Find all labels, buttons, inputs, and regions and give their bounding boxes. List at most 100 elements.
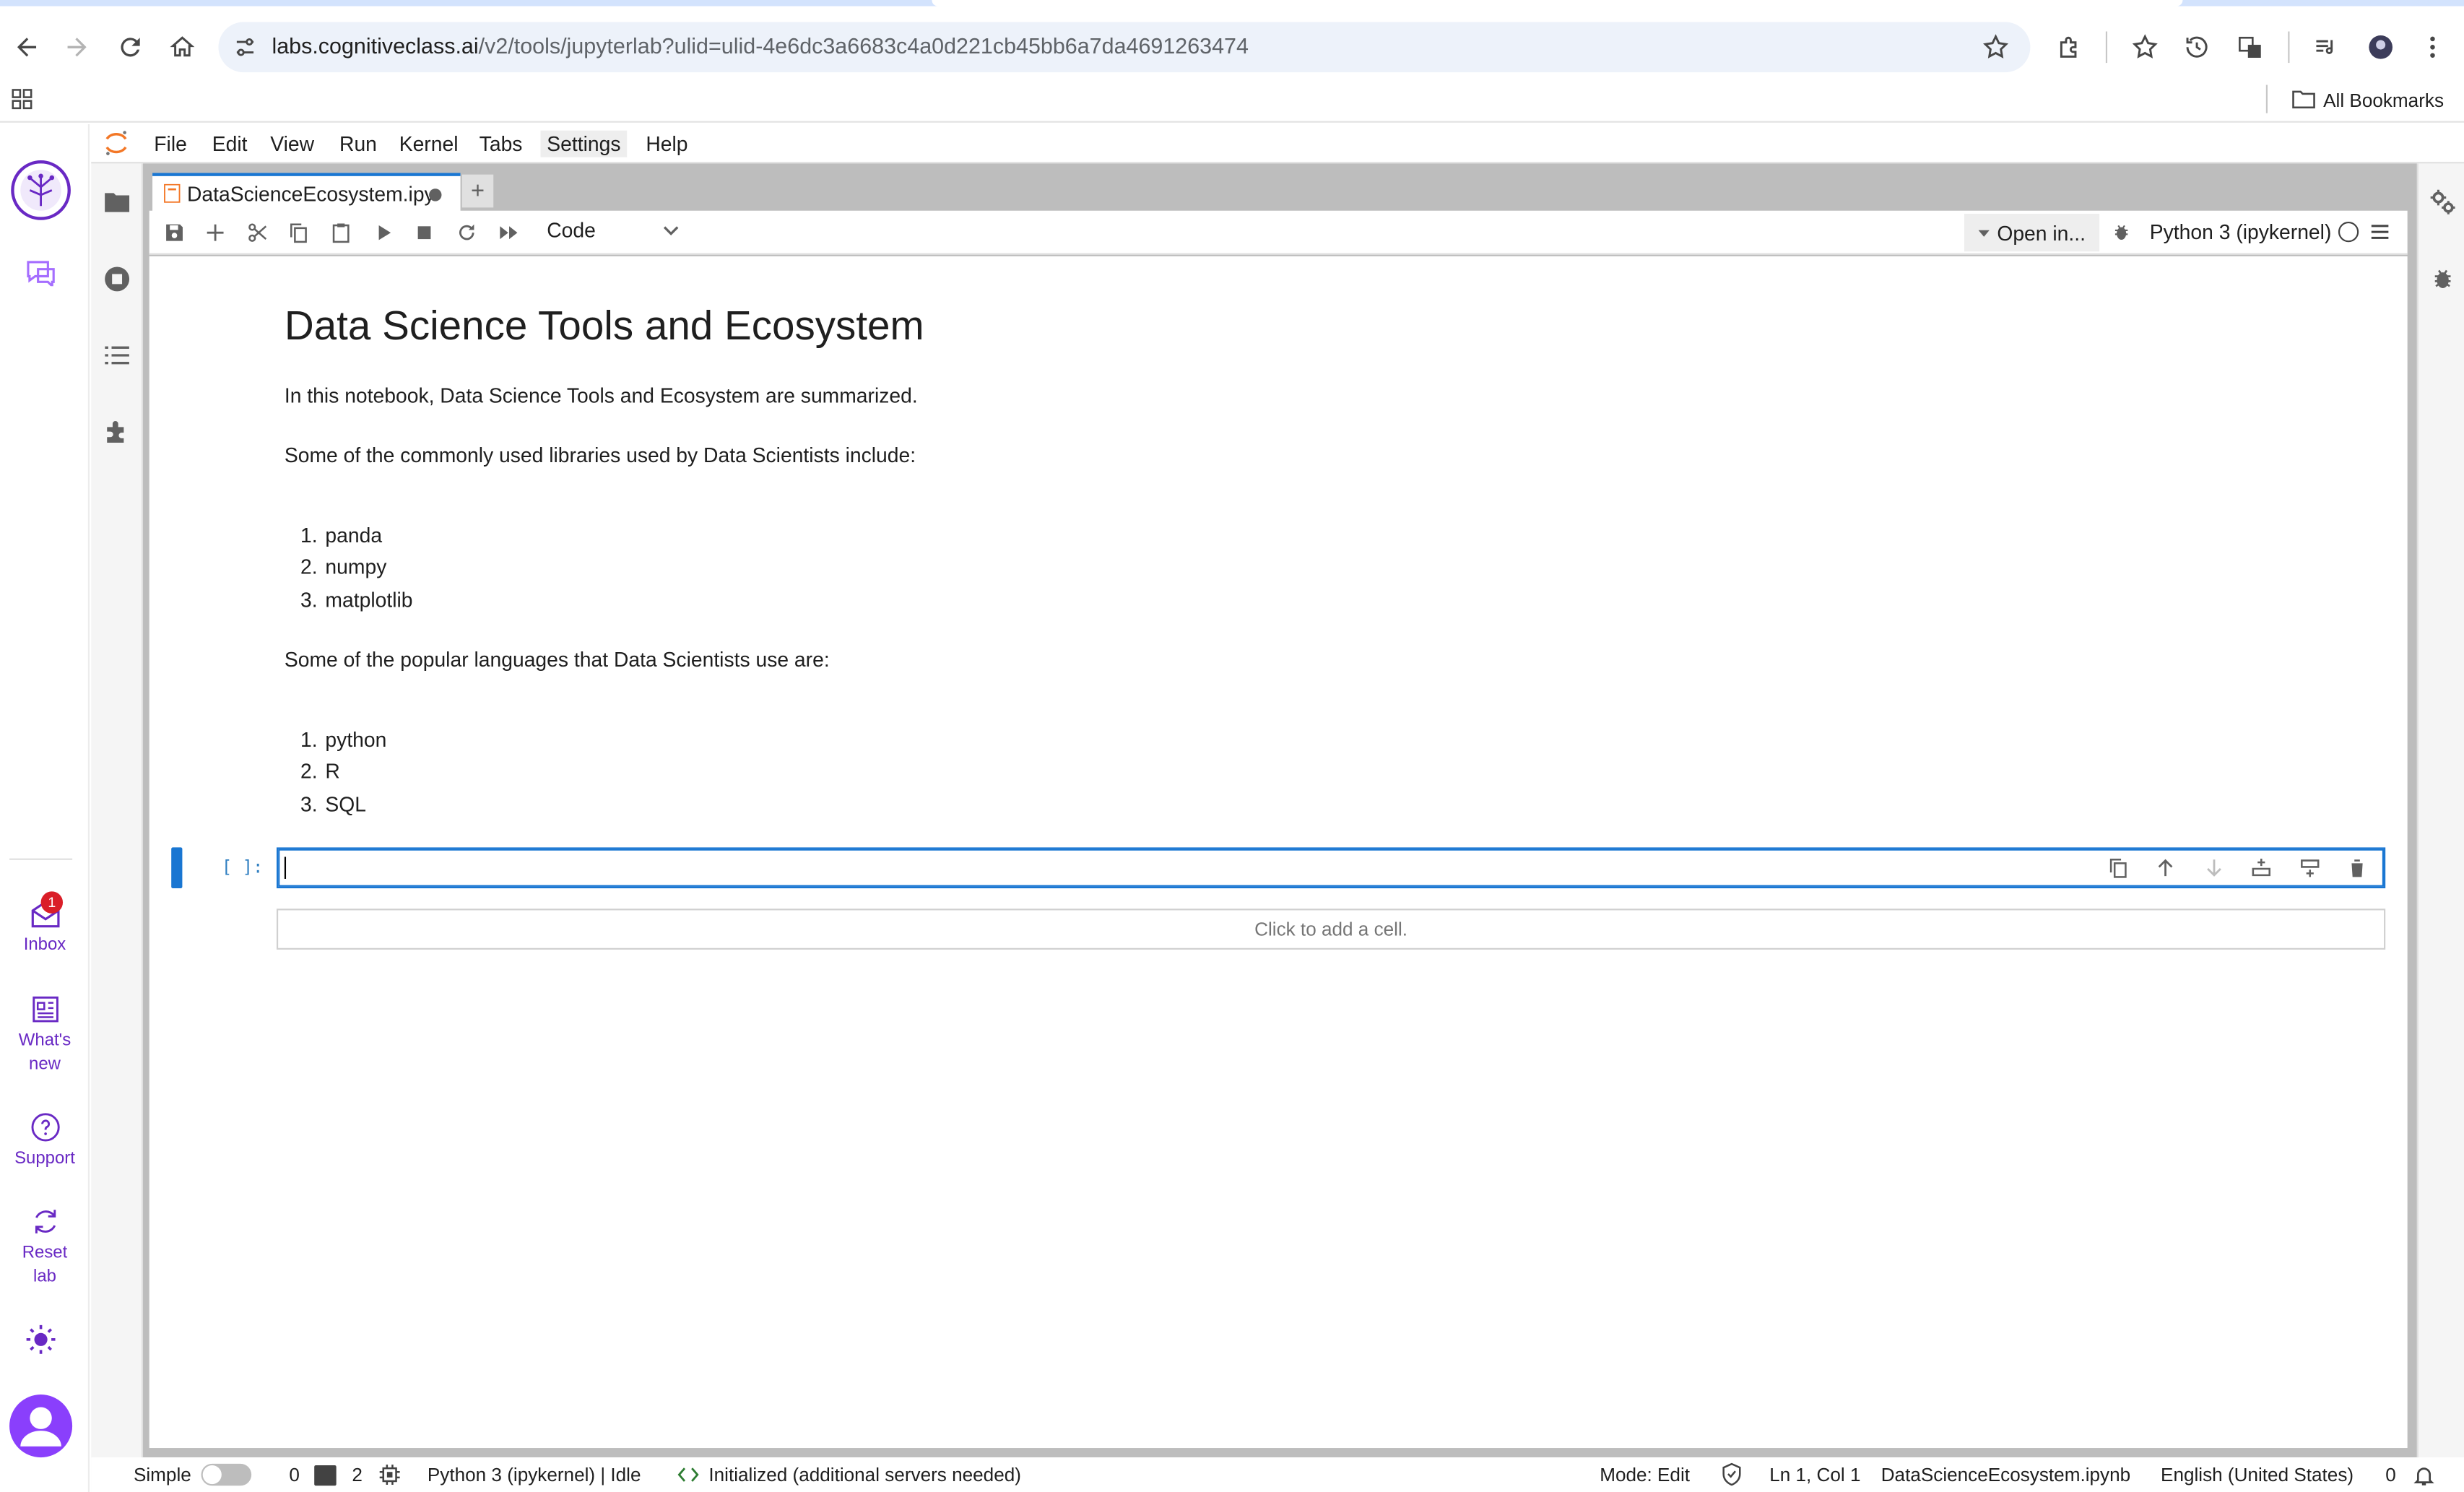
menu-kernel[interactable]: Kernel <box>393 131 464 157</box>
extension-button[interactable] <box>2047 25 2091 69</box>
chat-assistant-icon[interactable] <box>24 258 58 287</box>
copy-button[interactable] <box>286 220 311 246</box>
bookmark-star-icon[interactable] <box>1982 33 2010 61</box>
fast-forward-icon <box>500 226 518 240</box>
active-cell-marker[interactable] <box>171 847 183 889</box>
folder-icon[interactable] <box>104 190 131 214</box>
terminals-count[interactable]: 0 <box>289 1464 300 1486</box>
profile-button[interactable] <box>2359 25 2403 69</box>
notebook-tab[interactable]: DataScienceEcosystem.ipy <box>152 173 461 212</box>
forward-button[interactable] <box>55 25 99 69</box>
menu-settings[interactable]: Settings <box>540 130 628 157</box>
markdown-libraries-intro: Some of the commonly used libraries used… <box>284 443 916 467</box>
whats-new-button[interactable]: What's new <box>0 994 90 1077</box>
interrupt-kernel-button[interactable] <box>412 220 437 246</box>
status-bar: Simple 0 2 Python 3 (ipykernel) | Idle I… <box>91 1457 2464 1492</box>
menu-edit[interactable]: Edit <box>206 131 253 157</box>
support-button[interactable]: Support <box>0 1111 90 1171</box>
move-down-button[interactable] <box>2203 856 2228 882</box>
kernel-status-text[interactable]: Python 3 (ipykernel) | Idle <box>428 1464 641 1486</box>
debugger-bug-icon[interactable] <box>2431 266 2455 291</box>
browser-toolbar: labs.cognitiveclass.ai/v2/tools/jupyterl… <box>0 6 2464 76</box>
back-button[interactable] <box>5 25 49 69</box>
language-text[interactable]: English (United States) <box>2161 1464 2354 1486</box>
move-up-button[interactable] <box>2155 856 2180 882</box>
menu-file[interactable]: File <box>148 131 194 157</box>
run-cell-button[interactable] <box>371 220 396 246</box>
translate-icon <box>2239 36 2261 58</box>
media-button[interactable] <box>2304 25 2348 69</box>
duplicate-icon <box>2109 859 2127 878</box>
table-of-contents-icon[interactable] <box>104 344 131 366</box>
extension-manager-icon[interactable] <box>104 418 131 445</box>
site-settings-icon[interactable] <box>233 35 258 60</box>
menu-run[interactable]: Run <box>333 131 383 157</box>
inbox-button[interactable]: Inbox 1 <box>0 891 90 958</box>
toolbar-divider <box>2105 31 2108 64</box>
profile-avatar-icon <box>2369 35 2393 59</box>
unsaved-dot-icon[interactable] <box>429 188 442 201</box>
simple-mode-toggle[interactable] <box>201 1463 252 1486</box>
notifications-count[interactable]: 0 <box>2385 1464 2396 1486</box>
reset-lab-button[interactable]: Reset lab <box>0 1206 90 1289</box>
bell-icon[interactable] <box>2412 1464 2436 1488</box>
skills-network-logo-icon[interactable] <box>9 159 72 222</box>
bookmarks-bar: All Bookmarks <box>0 75 2464 123</box>
apps-grid-icon[interactable] <box>11 88 32 110</box>
language-name: R <box>325 759 340 784</box>
toolbar-divider <box>2288 31 2290 64</box>
address-bar[interactable]: labs.cognitiveclass.ai/v2/tools/jupyterl… <box>218 22 2031 73</box>
cell-type-select[interactable]: Code <box>547 218 678 243</box>
reload-button[interactable] <box>108 25 152 69</box>
bookmarks-button[interactable] <box>2123 25 2167 69</box>
insert-cell-button[interactable] <box>203 220 228 246</box>
hamburger-menu-icon[interactable] <box>2369 222 2390 242</box>
history-button[interactable] <box>2175 25 2219 69</box>
lab-side-rail: Inbox 1 What's new Support Reset lab <box>0 123 90 1492</box>
add-cell-button[interactable]: Click to add a cell. <box>276 908 2386 950</box>
browser-active-tab[interactable] <box>932 0 2183 6</box>
code-cell-prompt: [ ]: <box>221 856 264 877</box>
delete-cell-button[interactable] <box>2346 856 2372 882</box>
sun-theme-icon[interactable] <box>25 1324 57 1356</box>
kernel-name-button[interactable]: Python 3 (ipykernel) <box>2150 220 2332 244</box>
kernel-status-idle-icon <box>2338 221 2359 243</box>
cell-type-value: Code <box>547 218 596 243</box>
restart-run-all-button[interactable] <box>497 220 522 246</box>
translate-button[interactable] <box>2229 25 2273 69</box>
language-name: python <box>325 727 387 752</box>
lsp-status-text[interactable]: Initialized (additional servers needed) <box>708 1464 1021 1486</box>
open-in-button[interactable]: Open in... <box>1964 214 2100 252</box>
restart-kernel-button[interactable] <box>454 220 480 246</box>
url-text[interactable]: labs.cognitiveclass.ai/v2/tools/jupyterl… <box>272 33 1248 58</box>
arrow-right-icon <box>67 38 87 57</box>
notebook-icon <box>164 183 181 203</box>
cut-button[interactable] <box>245 220 270 246</box>
insert-below-button[interactable] <box>2299 856 2324 882</box>
cell-toolbar <box>2091 856 2372 886</box>
newspaper-icon <box>32 996 58 1023</box>
list-item: 1. python <box>300 727 387 752</box>
markdown-languages-intro: Some of the popular languages that Data … <box>284 647 830 672</box>
browser-menu-button[interactable] <box>2411 25 2455 69</box>
jupyter-right-sidebar <box>2416 163 2464 1492</box>
duplicate-cell-button[interactable] <box>2107 856 2132 882</box>
property-inspector-icon[interactable] <box>2429 188 2456 215</box>
insert-above-button[interactable] <box>2250 856 2276 882</box>
paste-button[interactable] <box>329 220 354 246</box>
kernels-count[interactable]: 2 <box>352 1464 363 1486</box>
all-bookmarks-button[interactable]: All Bookmarks <box>2291 87 2444 115</box>
menu-tabs[interactable]: Tabs <box>473 131 529 157</box>
debugger-toggle-icon[interactable] <box>2112 222 2131 242</box>
menu-view[interactable]: View <box>264 131 321 157</box>
cursor-position-text[interactable]: Ln 1, Col 1 <box>1769 1464 1860 1486</box>
save-button[interactable] <box>162 220 187 246</box>
menu-help[interactable]: Help <box>640 131 695 157</box>
home-button[interactable] <box>160 25 204 69</box>
notebook-toolbar: Code Open in... Python 3 (ipykernel) <box>149 210 2408 255</box>
simple-mode-label: Simple <box>133 1463 191 1486</box>
user-avatar-icon[interactable] <box>8 1393 74 1459</box>
running-kernels-icon[interactable] <box>104 266 131 292</box>
code-cell-editor[interactable] <box>276 847 2386 889</box>
new-launcher-tab-button[interactable]: + <box>461 174 494 208</box>
